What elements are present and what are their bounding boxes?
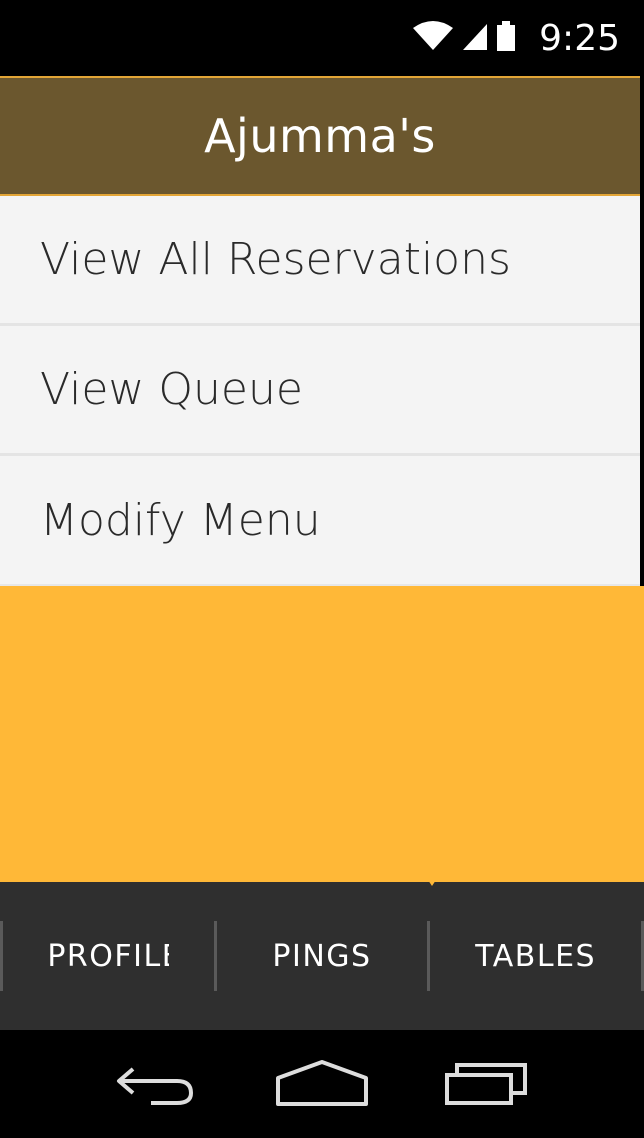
- app-bar: Ajumma's: [0, 76, 640, 196]
- menu-item-label: View Queue: [40, 364, 303, 415]
- signal-icon: [461, 20, 489, 57]
- recent-apps-icon[interactable]: [440, 1054, 536, 1114]
- status-icons: [411, 20, 517, 57]
- tab-tables[interactable]: TABLES: [427, 921, 644, 991]
- content-area: [0, 586, 644, 882]
- home-icon[interactable]: [274, 1054, 370, 1114]
- menu-item-view-all-reservations[interactable]: View All Reservations: [0, 196, 640, 326]
- menu-list: View All Reservations View Queue Modify …: [0, 196, 640, 586]
- menu-item-label: View All Reservations: [40, 234, 511, 285]
- back-icon[interactable]: [108, 1054, 204, 1114]
- tab-pings[interactable]: PINGS: [213, 921, 428, 991]
- menu-item-label: Modify Menu: [40, 494, 321, 546]
- menu-item-modify-menu[interactable]: Modify Menu: [0, 456, 640, 586]
- tab-label: PINGS: [272, 938, 372, 974]
- menu-item-view-queue[interactable]: View Queue: [0, 326, 640, 456]
- tab-profile[interactable]: PROFILE: [0, 921, 214, 991]
- system-nav-bar: [0, 1030, 644, 1138]
- tab-label: PROFILE: [47, 938, 170, 974]
- status-bar: 9:25: [0, 0, 644, 76]
- bottom-tab-bar: PROFILE PINGS TABLES: [0, 882, 644, 1030]
- tab-label: TABLES: [475, 938, 597, 974]
- app-screen: 9:25 Ajumma's View All Reservations View…: [0, 0, 644, 1138]
- status-time: 9:25: [539, 17, 620, 59]
- wifi-icon: [411, 20, 455, 57]
- battery-icon: [495, 20, 517, 57]
- tab-notch: [428, 880, 436, 886]
- app-title: Ajumma's: [204, 109, 436, 163]
